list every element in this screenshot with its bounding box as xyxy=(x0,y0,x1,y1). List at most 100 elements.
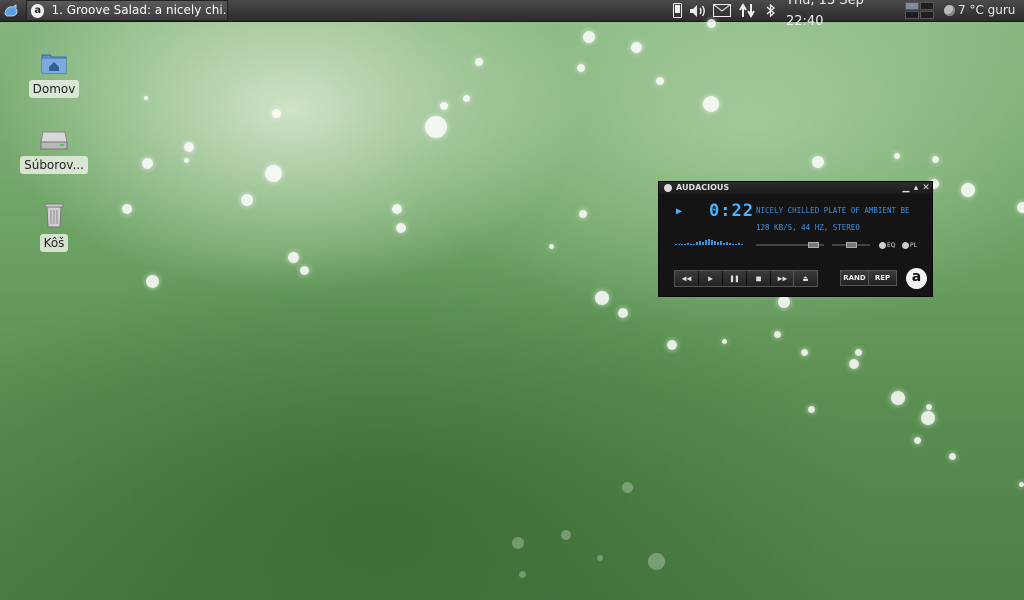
bokeh-dot xyxy=(512,537,524,549)
volume-icon[interactable] xyxy=(688,0,710,21)
play-button[interactable]: ▶ xyxy=(699,271,723,286)
bokeh-dot xyxy=(518,570,526,578)
bokeh-dot xyxy=(894,153,900,159)
shuffle-button[interactable]: RAND xyxy=(840,270,869,286)
weather-label: 7 °C guru xyxy=(958,3,1016,17)
spectrum-bar xyxy=(729,243,731,245)
workspace-1[interactable] xyxy=(905,2,919,10)
bokeh-dot xyxy=(561,530,571,540)
taskbar-window-button[interactable]: a 1. Groove Salad: a nicely chi... xyxy=(26,0,228,21)
audacious-titlebar[interactable]: AUDACIOUS ▁ ▴ ✕ xyxy=(659,182,932,194)
bokeh-dot xyxy=(961,183,975,197)
audacious-display: ▶ 0:22 NICELY CHILLED PLATE OF AMBIENT B… xyxy=(671,197,927,246)
bokeh-dot xyxy=(931,155,939,163)
spectrum-visualizer[interactable] xyxy=(675,235,745,245)
spectrum-bar xyxy=(684,244,686,245)
spectrum-bar xyxy=(726,242,728,245)
desktop-icon-filesystem[interactable]: Súborov... xyxy=(20,130,88,174)
hard-drive-icon xyxy=(40,131,68,150)
bokeh-dot xyxy=(144,96,148,100)
elapsed-time[interactable]: 0:22 xyxy=(709,201,754,221)
balance-knob[interactable] xyxy=(846,242,857,248)
weather-plugin[interactable]: 7 °C guru xyxy=(944,0,1024,21)
repeat-button[interactable]: REP xyxy=(868,270,897,286)
network-icon[interactable] xyxy=(737,0,757,21)
shade-icon[interactable]: ▴ xyxy=(911,182,921,194)
bokeh-dot xyxy=(462,94,470,102)
bokeh-dot xyxy=(241,194,253,206)
spectrum-bar xyxy=(705,240,707,245)
minimize-icon[interactable]: ▁ xyxy=(901,182,911,194)
workspace-4[interactable] xyxy=(920,11,934,19)
balance-slider[interactable] xyxy=(832,242,870,248)
bokeh-dot xyxy=(583,31,595,43)
spectrum-bar xyxy=(732,244,734,245)
playlist-toggle[interactable]: PL xyxy=(902,242,917,249)
bokeh-dot xyxy=(667,340,677,350)
audacious-title: AUDACIOUS xyxy=(676,183,730,192)
audacious-icon: a xyxy=(31,3,45,18)
bokeh-dot xyxy=(597,555,603,561)
workspace-switcher[interactable] xyxy=(905,2,935,19)
spectrum-bar xyxy=(720,241,722,245)
spectrum-bar xyxy=(708,239,710,245)
bokeh-dot xyxy=(1018,481,1024,487)
clock[interactable]: Thu, 13 Sep 22:40 xyxy=(786,0,902,29)
previous-button[interactable]: ◀◀ xyxy=(675,271,699,286)
stop-button[interactable]: ■ xyxy=(747,271,771,286)
bokeh-dot xyxy=(948,452,956,460)
desktop-icon-label: Súborov... xyxy=(20,156,88,174)
close-icon[interactable]: ✕ xyxy=(921,182,931,194)
stream-info: 128 KB/S, 44 HZ, STEREO xyxy=(756,223,860,232)
desktop-icon-label: Kôš xyxy=(39,234,69,252)
spectrum-bar xyxy=(717,242,719,245)
bokeh-dot xyxy=(773,330,781,338)
bokeh-dot xyxy=(264,164,282,182)
bokeh-dot xyxy=(618,308,628,318)
bokeh-dot xyxy=(656,77,664,85)
bokeh-dot xyxy=(287,251,299,263)
workspace-3[interactable] xyxy=(905,11,919,19)
mail-icon[interactable] xyxy=(712,0,732,21)
song-title-marquee[interactable]: NICELY CHILLED PLATE OF AMBIENT BE xyxy=(756,206,924,215)
volume-slider[interactable] xyxy=(756,242,824,248)
desktop-icon-trash[interactable]: Kôš xyxy=(33,202,75,252)
applications-menu-button[interactable] xyxy=(0,0,22,21)
spectrum-bar xyxy=(738,243,740,245)
phone-icon[interactable] xyxy=(670,0,684,21)
bokeh-dot xyxy=(577,64,585,72)
home-folder-icon xyxy=(41,54,67,74)
desktop-icon-home[interactable]: Domov xyxy=(26,52,82,98)
audacious-window[interactable]: AUDACIOUS ▁ ▴ ✕ ▶ 0:22 NICELY CHILLED PL… xyxy=(658,181,933,297)
bokeh-dot xyxy=(396,223,406,233)
bokeh-dot xyxy=(630,41,642,53)
eq-indicator-icon xyxy=(879,242,886,249)
bokeh-dot xyxy=(475,58,483,66)
bokeh-dot xyxy=(579,210,587,218)
bokeh-dot xyxy=(778,296,790,308)
next-button[interactable]: ▶▶ xyxy=(771,271,794,286)
xfce-mouse-icon xyxy=(4,3,18,16)
bokeh-dot xyxy=(621,481,633,493)
equalizer-toggle[interactable]: EQ xyxy=(879,242,896,249)
bokeh-dot xyxy=(548,243,554,249)
bokeh-dot xyxy=(721,338,727,344)
audacious-logo-icon[interactable]: a xyxy=(906,268,927,289)
audacious-menu-icon[interactable] xyxy=(664,184,672,192)
pause-button[interactable]: ❚❚ xyxy=(723,271,747,286)
spectrum-bar xyxy=(675,244,677,245)
top-panel: a 1. Groove Salad: a nicely chi... Thu, … xyxy=(0,0,1024,29)
spectrum-bar xyxy=(678,244,680,245)
bokeh-dot xyxy=(647,552,665,570)
spectrum-bar xyxy=(687,243,689,245)
bluetooth-icon[interactable] xyxy=(763,0,777,21)
volume-knob[interactable] xyxy=(808,242,819,248)
workspace-2[interactable] xyxy=(920,2,934,10)
taskbar-window-label: 1. Groove Salad: a nicely chi... xyxy=(51,3,227,17)
bokeh-dot xyxy=(141,157,153,169)
bokeh-dot xyxy=(271,108,281,118)
bokeh-dot xyxy=(595,291,609,305)
eject-button[interactable]: ⏏ xyxy=(793,270,818,287)
bokeh-dot xyxy=(854,348,862,356)
desktop-icon-label: Domov xyxy=(28,80,80,98)
